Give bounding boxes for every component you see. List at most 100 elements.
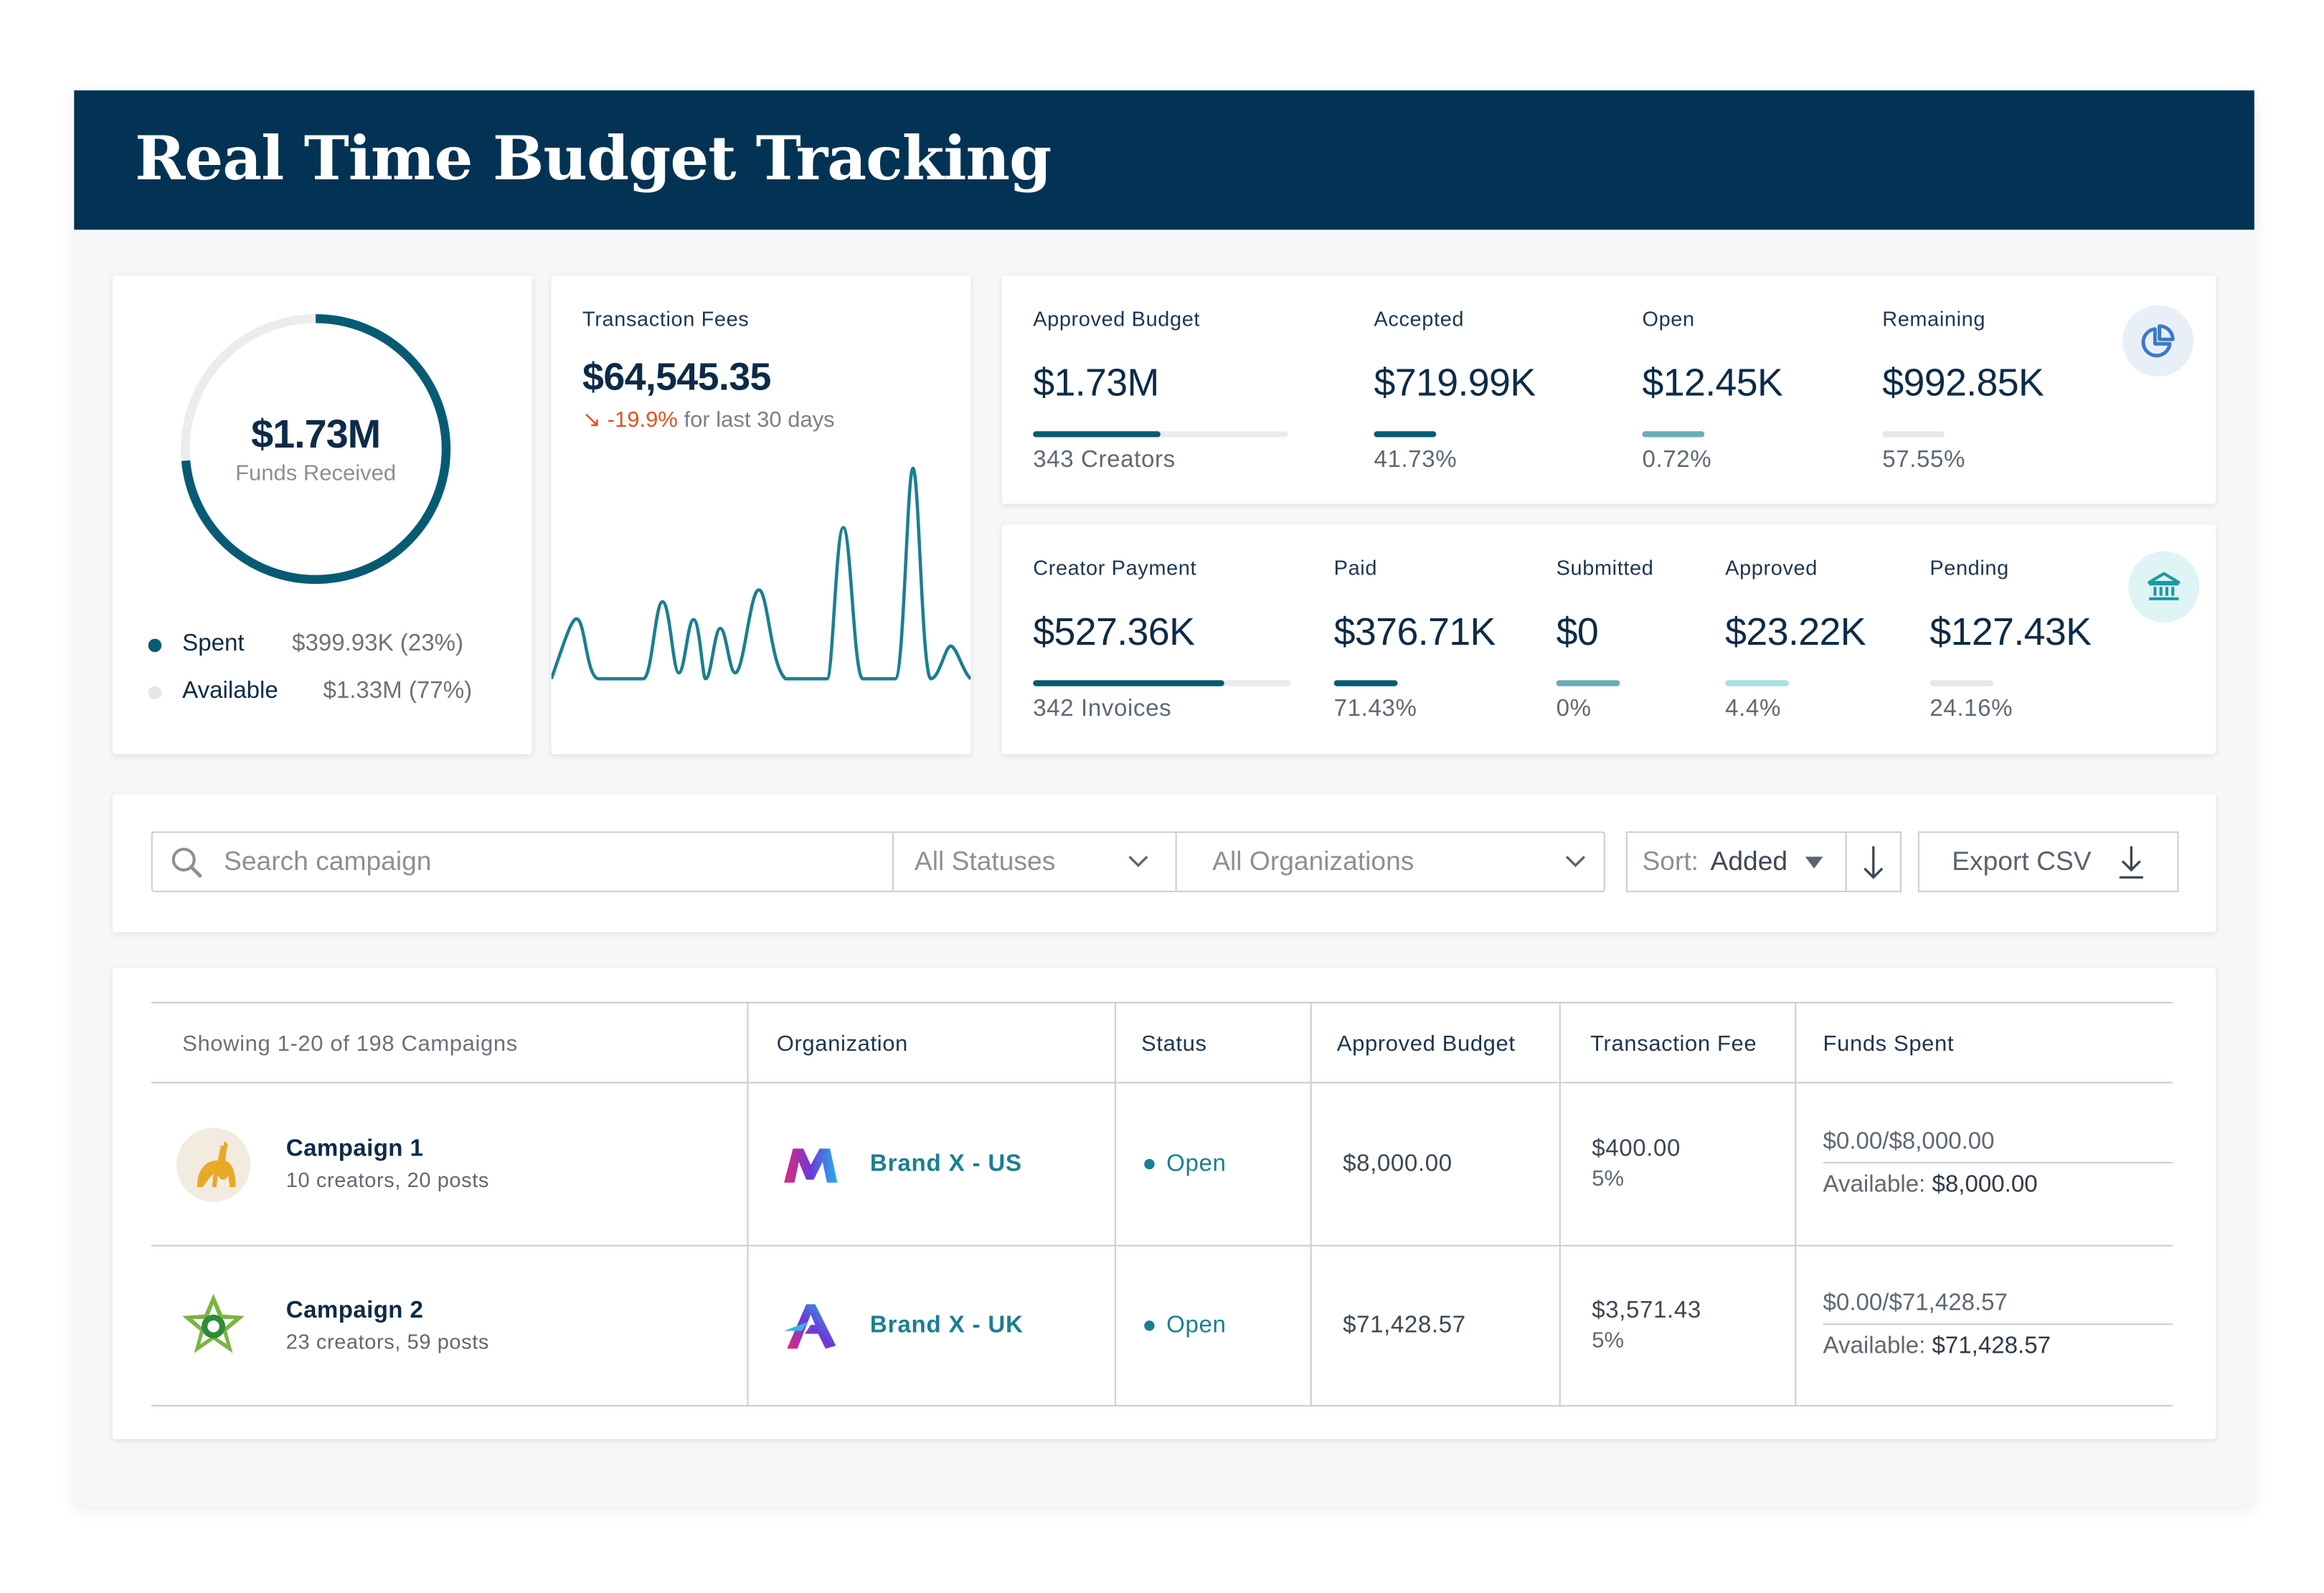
stat-sub: 24.16% [1929,696,2013,722]
stat-remaining: Remaining $992.85K 57.55% [1882,307,2089,474]
stat-bar [1556,680,1690,686]
available-value: $71,428.57 [1932,1333,2051,1359]
campaign-meta: 10 creators, 20 posts [285,1168,489,1192]
sort-direction-button[interactable] [1847,833,1900,891]
stat-bar [1033,680,1291,686]
status-select[interactable]: All Statuses [894,833,1177,891]
stat-label: Approved [1725,555,1818,580]
stat-bar-fill [1882,431,1945,438]
legend-value: $1.33M (77%) [323,679,473,704]
stat-submitted: Submitted $0 0% [1556,555,1690,723]
download-icon [2119,845,2143,878]
stat-bar [1882,431,2089,438]
legend-name: Spent [182,631,245,657]
organization-select[interactable]: All Organizations [1177,833,1604,891]
organization-link[interactable]: Brand X - US [870,1150,1022,1177]
export-label: Export CSV [1952,846,2092,876]
status-text: Open [1166,1312,1227,1338]
caret-down-icon [1805,856,1823,868]
status-badge: Open [1144,1313,1226,1339]
status-select-value: All Statuses [914,846,1056,876]
brand-m-logo-icon [784,1148,838,1182]
stat-label: Submitted [1556,555,1654,580]
sort-select[interactable]: Sort: Added [1628,833,1847,891]
stat-approved-budget: Approved Budget $1.73M 343 Creators [1033,307,1288,474]
funds-available: Available: $8,000.00 [1823,1172,2173,1199]
column-divider [1559,1001,1561,1407]
stat-bar-fill [1929,680,1994,686]
legend-name: Available [182,679,278,704]
legend-dot-available [148,685,162,699]
stat-value: $1.73M [1033,360,1159,405]
showing-count: Showing 1-20 of 198 Campaigns [182,1031,518,1057]
funds-donut: $1.73M Funds Received [178,311,453,587]
stat-sub: 41.73% [1374,448,1458,473]
column-approved-budget[interactable]: Approved Budget [1337,1003,1516,1085]
legend-dot-spent [148,638,162,652]
bank-icon[interactable] [2128,551,2200,623]
pie-chart-icon[interactable] [2122,305,2194,377]
stat-sub: 0.72% [1642,448,1712,473]
stat-creator-payment: Creator Payment $527.36K 342 Invoices [1033,556,1291,723]
fee-value: $400.00 [1592,1136,1681,1162]
column-organization[interactable]: Organization [777,1003,908,1085]
sort-label: Sort: [1642,846,1699,876]
stat-label: Accepted [1374,306,1465,331]
stat-value: $12.45K [1642,360,1783,405]
table-row[interactable]: Campaign 1 10 creators, 20 posts Brand X… [151,1083,2173,1247]
table-row[interactable]: Campaign 2 23 creators, 59 posts Brand X… [151,1247,2173,1407]
stat-paid: Paid $376.71K 71.43% [1333,556,1496,723]
campaign-table-card: Showing 1-20 of 198 Campaigns Organizati… [113,968,2216,1440]
export-csv-button[interactable]: Export CSV [1917,831,2179,892]
transaction-fees-card: Transaction Fees $64,545.35 ↘ -19.9% for… [551,275,971,755]
search-input[interactable] [224,846,877,878]
available-value: $8,000.00 [1932,1172,2038,1198]
campaign-table: Showing 1-20 of 198 Campaigns Organizati… [151,1001,2173,1407]
page-title: Real Time Budget Tracking [135,123,1052,194]
legend-available: Available $1.33M (77%) [148,679,472,705]
filter-bar: All Statuses All Organizations [151,831,1605,892]
status-dot [1144,1158,1155,1170]
funds-spent-value: $0.00/$71,428.57 [1823,1291,2173,1325]
brand-a-logo-icon [784,1303,836,1348]
search-field[interactable] [153,833,894,891]
stat-value: $376.71K [1333,609,1496,654]
stat-sub: 343 Creators [1033,448,1176,473]
stat-value: $719.99K [1374,360,1536,405]
column-transaction-fee[interactable]: Transaction Fee [1590,1003,1757,1085]
stat-label: Creator Payment [1033,555,1197,580]
stat-bar-fill [1556,680,1620,686]
column-status[interactable]: Status [1141,1003,1207,1085]
column-funds-spent[interactable]: Funds Spent [1823,1003,1955,1085]
stat-label: Pending [1929,555,2009,580]
campaign-name[interactable]: Campaign 1 [286,1137,489,1163]
table-header: Showing 1-20 of 198 Campaigns Organizati… [151,1001,2173,1085]
fee-value: $3,571.43 [1592,1298,1701,1324]
search-icon [171,846,202,877]
stat-sub: 4.4% [1725,696,1782,722]
stat-bar [1642,431,1787,438]
stat-value: $527.36K [1033,609,1195,654]
stat-bar-fill [1333,680,1398,686]
stat-sub: 57.55% [1882,448,1966,473]
stat-accepted: Accepted $719.99K 41.73% [1374,306,1536,474]
flower-logo-icon [182,1292,245,1353]
column-divider [1795,1001,1797,1407]
stat-bar-fill [1033,680,1224,686]
legend-spent: Spent $399.93K (23%) [148,631,463,658]
stat-value: $992.85K [1882,360,2044,405]
organization-link[interactable]: Brand X - UK [870,1313,1024,1339]
stat-bar [1929,680,2116,686]
sort-control: Sort: Added [1625,831,1902,892]
stat-bar [1333,680,1483,686]
campaign-name[interactable]: Campaign 2 [286,1298,489,1325]
dashboard-frame: Real Time Budget Tracking $1.73M Funds R… [74,90,2254,1506]
stat-bar-fill [1725,680,1790,686]
fee-percent: 5% [1592,1166,1625,1192]
stat-label: Remaining [1882,306,1986,331]
filters-card: All Statuses All Organizations Sort: Add… [113,794,2216,932]
stat-value: $23.22K [1725,609,1866,654]
budget-stats-card: Approved Budget $1.73M 343 Creators Acce… [1001,275,2216,504]
fees-sparkline [551,466,971,681]
chevron-down-icon [1565,856,1586,868]
